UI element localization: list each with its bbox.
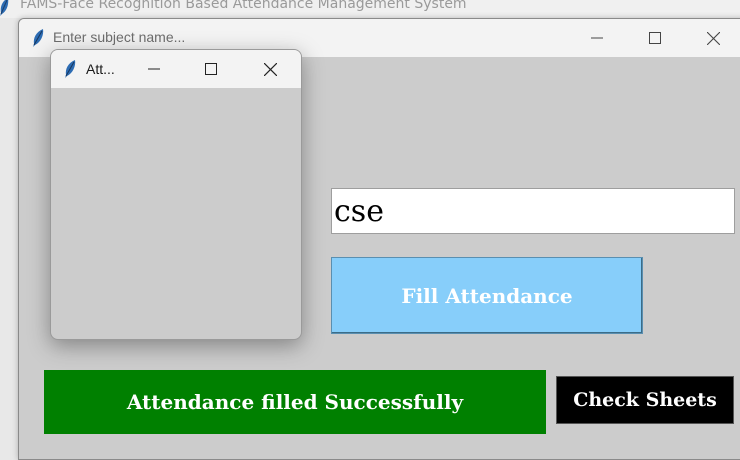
status-message: Attendance filled Successfully [44,370,546,434]
maximize-icon [649,32,661,44]
popup-titlebar[interactable]: Att... [51,50,301,88]
maximize-button[interactable] [626,19,684,57]
attendance-popup-window: Att... [50,49,302,340]
popup-close-button[interactable] [248,50,292,88]
feather-icon [0,0,10,21]
popup-maximize-button[interactable] [189,50,233,88]
popup-title: Att... [86,61,115,77]
background-window-titlebar[interactable]: FAMS-Face Recognition Based Attendance M… [0,0,740,18]
maximize-icon [205,63,217,75]
fill-attendance-button[interactable]: Fill Attendance [331,257,643,334]
popup-minimize-button[interactable] [132,50,176,88]
subject-input[interactable] [331,188,735,234]
close-icon [706,31,720,45]
feather-icon [31,28,45,52]
main-window-title: Enter subject name... [53,29,186,45]
minimize-icon [591,37,603,39]
close-icon [263,62,277,76]
minimize-icon [148,68,160,70]
background-window-title: FAMS-Face Recognition Based Attendance M… [20,0,467,12]
minimize-button[interactable] [568,19,626,57]
close-button[interactable] [684,19,740,57]
feather-icon [63,59,77,83]
check-sheets-button[interactable]: Check Sheets [556,376,734,424]
